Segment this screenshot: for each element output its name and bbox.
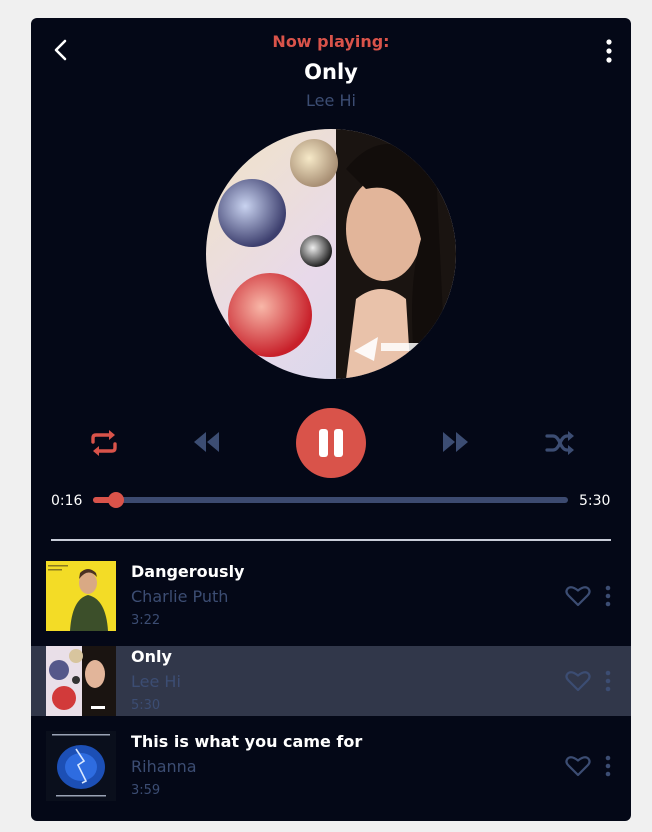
song-title: Only bbox=[304, 60, 358, 84]
more-vertical-icon bbox=[605, 670, 611, 692]
album-cover bbox=[206, 129, 456, 379]
rewind-icon bbox=[194, 432, 219, 452]
shuffle-button[interactable] bbox=[544, 428, 576, 458]
fast-forward-button[interactable] bbox=[441, 430, 471, 454]
track-title: Dangerously bbox=[131, 562, 245, 581]
like-button[interactable] bbox=[565, 585, 591, 607]
track-thumbnail bbox=[46, 646, 116, 716]
music-player: Now playing: Only Lee Hi 0:16 5:30 Dange… bbox=[31, 18, 631, 821]
pause-button[interactable] bbox=[296, 408, 366, 478]
heart-icon bbox=[565, 586, 591, 607]
now-playing-label: Now playing: bbox=[272, 32, 390, 51]
playback-controls bbox=[31, 408, 631, 478]
track-options-button[interactable] bbox=[601, 669, 615, 693]
now-playing-header: Now playing: Only Lee Hi bbox=[31, 31, 631, 112]
heart-icon bbox=[565, 671, 591, 692]
track-duration: 3:22 bbox=[131, 613, 161, 628]
track-duration: 3:59 bbox=[131, 783, 161, 798]
rewind-button[interactable] bbox=[191, 430, 221, 454]
shuffle-icon bbox=[545, 431, 574, 455]
track-artist: Charlie Puth bbox=[131, 587, 229, 606]
track-artist: Lee Hi bbox=[131, 672, 181, 691]
repeat-button[interactable] bbox=[88, 428, 120, 458]
playlist-item[interactable]: This is what you came for Rihanna 3:59 bbox=[31, 731, 631, 801]
track-title: Only bbox=[131, 647, 172, 666]
track-thumbnail bbox=[46, 731, 116, 801]
more-vertical-icon bbox=[605, 755, 611, 777]
progress-thumb[interactable] bbox=[107, 492, 124, 508]
playlist-item[interactable]: Dangerously Charlie Puth 3:22 bbox=[31, 561, 631, 631]
repeat-icon bbox=[91, 430, 117, 456]
track-options-button[interactable] bbox=[601, 584, 615, 608]
track-options-button[interactable] bbox=[601, 754, 615, 778]
like-button[interactable] bbox=[565, 670, 591, 692]
track-title: This is what you came for bbox=[131, 732, 363, 751]
heart-icon bbox=[565, 756, 591, 777]
fast-forward-icon bbox=[443, 432, 468, 452]
song-artist: Lee Hi bbox=[306, 91, 356, 110]
playlist-item-active[interactable]: Only Lee Hi 5:30 bbox=[31, 646, 631, 716]
divider bbox=[51, 539, 611, 541]
track-duration: 5:30 bbox=[131, 698, 161, 713]
more-vertical-icon bbox=[605, 585, 611, 607]
progress-bar[interactable] bbox=[93, 492, 568, 508]
current-time: 0:16 bbox=[51, 493, 83, 509]
track-thumbnail bbox=[46, 561, 116, 631]
total-time: 5:30 bbox=[579, 493, 611, 509]
like-button[interactable] bbox=[565, 755, 591, 777]
track-artist: Rihanna bbox=[131, 757, 197, 776]
